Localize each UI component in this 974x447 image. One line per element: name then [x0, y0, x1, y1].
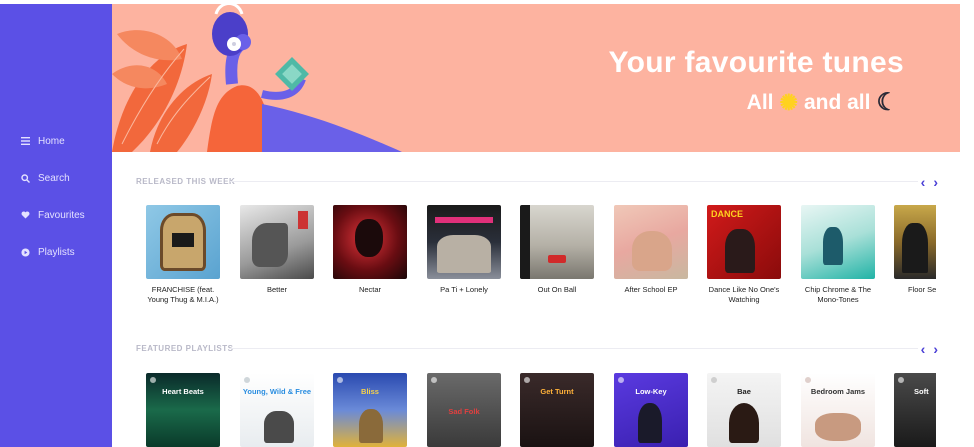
released-nav-arrows: ‹ ›: [921, 174, 938, 190]
play-circle-icon: [20, 247, 30, 257]
section-divider: [230, 181, 918, 182]
featured-nav-arrows: ‹ ›: [921, 341, 938, 357]
album-cover: [614, 205, 688, 279]
album-cover: [520, 205, 594, 279]
album-card[interactable]: DANCE Dance Like No One's Watching: [707, 205, 781, 305]
spotify-badge-icon: [150, 377, 156, 383]
album-title: Chip Chrome & The Mono-Tones: [804, 285, 872, 304]
playlist-cover: Bae: [707, 373, 781, 447]
playlist-cover: Soft: [894, 373, 936, 447]
playlist-card[interactable]: Young, Wild & Free: [240, 373, 314, 447]
hero-subtitle-right: and all: [803, 90, 871, 114]
hero-subtitle: All ✺ and all ☾: [747, 88, 898, 117]
sidebar-item-label: Home: [38, 135, 65, 147]
album-card[interactable]: Nectar: [333, 205, 407, 295]
album-card[interactable]: After School EP: [614, 205, 688, 295]
spotify-badge-icon: [431, 377, 437, 383]
hero-banner: Your favourite tunes All ✺ and all ☾: [112, 4, 960, 152]
spotify-badge-icon: [244, 377, 250, 383]
playlist-title: Get Turnt: [540, 387, 574, 396]
playlist-card[interactable]: Soft: [894, 373, 936, 447]
released-row: FRANCHISE (feat. Young Thug & M.I.A.) Be…: [146, 205, 936, 315]
spotify-badge-icon: [524, 377, 530, 383]
sidebar-item-playlists[interactable]: Playlists: [0, 243, 112, 261]
playlist-title: Sad Folk: [448, 407, 480, 416]
playlist-title: Bedroom Jams: [810, 387, 866, 396]
section-title-released: RELEASED THIS WEEK: [136, 177, 236, 186]
playlist-cover: Get Turnt: [520, 373, 594, 447]
search-icon: [20, 173, 30, 183]
album-title: After School EP: [624, 285, 678, 294]
album-card[interactable]: Pa Ti + Lonely: [427, 205, 501, 295]
sidebar-item-home[interactable]: Home: [0, 132, 112, 150]
playlist-card[interactable]: Sad Folk: [427, 373, 501, 447]
playlist-card[interactable]: Bedroom Jams: [801, 373, 875, 447]
album-title: Better: [266, 285, 287, 294]
chevron-left-icon[interactable]: ‹: [921, 174, 926, 190]
sidebar: Home Search Favourites Playlists: [0, 4, 112, 447]
chevron-left-icon[interactable]: ‹: [921, 341, 926, 357]
section-divider: [230, 348, 918, 349]
heart-icon: [20, 210, 30, 220]
hero-title: Your favourite tunes: [608, 46, 904, 79]
playlist-title: Soft: [914, 387, 929, 396]
playlist-cover: Low-Key: [614, 373, 688, 447]
sidebar-item-label: Favourites: [38, 209, 85, 221]
album-card[interactable]: FRANCHISE (feat. Young Thug & M.I.A.): [146, 205, 220, 305]
section-title-featured: FEATURED PLAYLISTS: [136, 344, 234, 353]
album-cover: [146, 205, 220, 279]
album-card[interactable]: Out On Ball: [520, 205, 594, 295]
spotify-badge-icon: [618, 377, 624, 383]
album-title: FRANCHISE (feat. Young Thug & M.I.A.): [147, 285, 219, 304]
album-cover: [894, 205, 936, 279]
playlist-cover: Bliss: [333, 373, 407, 447]
album-cover: [240, 205, 314, 279]
spotify-badge-icon: [711, 377, 717, 383]
sun-icon: ✺: [779, 89, 798, 115]
album-card[interactable]: Chip Chrome & The Mono-Tones: [801, 205, 875, 305]
playlist-cover: Heart Beats: [146, 373, 220, 447]
playlist-title: Bae: [737, 387, 751, 396]
album-cover: [333, 205, 407, 279]
playlist-title: Young, Wild & Free: [242, 387, 312, 396]
playlist-card[interactable]: Low-Key: [614, 373, 688, 447]
playlist-title: Bliss: [361, 387, 379, 396]
menu-icon: [20, 136, 30, 146]
sidebar-item-favourites[interactable]: Favourites: [0, 206, 112, 224]
sidebar-nav: Home Search Favourites Playlists: [0, 132, 112, 280]
playlist-cover: Young, Wild & Free: [240, 373, 314, 447]
hero-illustration: [112, 4, 402, 152]
album-card[interactable]: Floor Se: [894, 205, 936, 295]
album-title: Out On Ball: [537, 285, 577, 294]
album-title: Nectar: [358, 285, 382, 294]
playlist-card[interactable]: Bliss: [333, 373, 407, 447]
main-content: Your favourite tunes All ✺ and all ☾ REL…: [112, 0, 974, 447]
featured-row: Heart Beats Young, Wild & Free Bliss Sad…: [146, 373, 936, 447]
sidebar-item-label: Playlists: [38, 246, 75, 258]
hero-subtitle-left: All: [746, 90, 774, 114]
album-cover: DANCE: [707, 205, 781, 279]
album-card[interactable]: Better: [240, 205, 314, 295]
spotify-badge-icon: [337, 377, 343, 383]
chevron-right-icon[interactable]: ›: [933, 341, 938, 357]
album-cover: [427, 205, 501, 279]
playlist-title: Low-Key: [635, 387, 667, 396]
playlist-card[interactable]: Bae: [707, 373, 781, 447]
album-cover: [801, 205, 875, 279]
sidebar-item-search[interactable]: Search: [0, 169, 112, 187]
album-title: Pa Ti + Lonely: [440, 285, 488, 294]
playlist-title: Heart Beats: [162, 387, 204, 396]
album-title: Dance Like No One's Watching: [708, 285, 780, 304]
playlist-cover: Bedroom Jams: [801, 373, 875, 447]
chevron-right-icon[interactable]: ›: [933, 174, 938, 190]
spotify-badge-icon: [805, 377, 811, 383]
playlist-card[interactable]: Get Turnt: [520, 373, 594, 447]
moon-icon: ☾: [876, 89, 898, 116]
spotify-badge-icon: [898, 377, 904, 383]
playlist-cover: Sad Folk: [427, 373, 501, 447]
sidebar-item-label: Search: [38, 172, 70, 184]
album-title: Floor Se: [908, 285, 936, 294]
playlist-card[interactable]: Heart Beats: [146, 373, 220, 447]
